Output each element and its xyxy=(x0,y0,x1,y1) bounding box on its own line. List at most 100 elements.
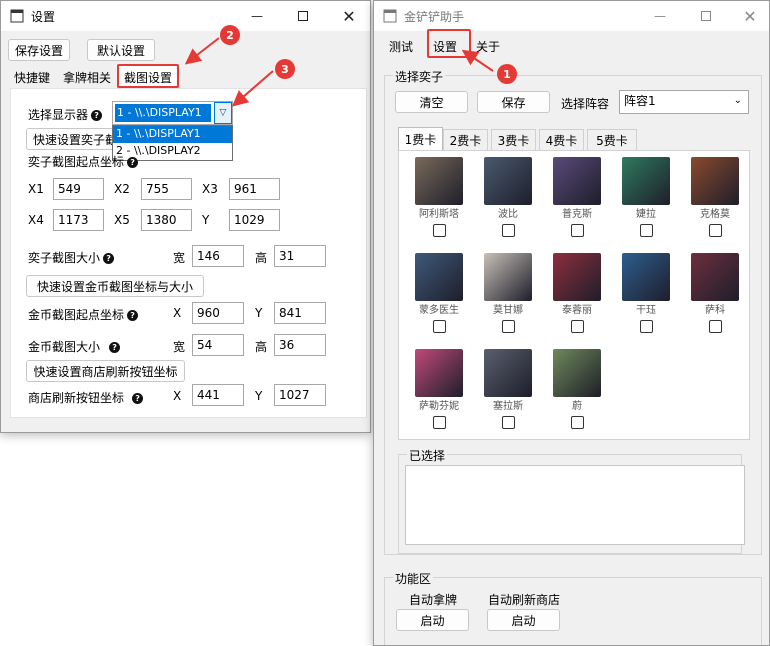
champion-checkbox[interactable] xyxy=(708,224,722,237)
gold-h-input[interactable]: 36 xyxy=(274,334,326,356)
gold-y-label: Y xyxy=(255,306,263,320)
width-input[interactable]: 146 xyxy=(192,245,244,267)
gold-w-input[interactable]: 54 xyxy=(192,334,244,356)
auto-take-label: 自动拿牌 xyxy=(409,593,458,607)
help-icon: ? xyxy=(127,310,139,321)
champion-checkbox[interactable] xyxy=(432,416,446,429)
settings-window: 设置 — ✕ 保存设置 默认设置 快捷键 拿牌相关 截图设置 选择显示器? 1 … xyxy=(0,0,371,433)
x4-input[interactable]: 1173 xyxy=(53,209,104,231)
selected-title: 已选择 xyxy=(407,447,448,464)
x5-input[interactable]: 1380 xyxy=(141,209,192,231)
width-label: 宽 xyxy=(173,251,186,265)
lineup-select[interactable]: 阵容1 ⌄ xyxy=(619,90,749,114)
quick-set-champ-button[interactable]: 快速设置奕子截 xyxy=(26,128,122,150)
chevron-down-icon[interactable]: ▽ xyxy=(214,102,232,124)
champion-avatar xyxy=(415,349,463,397)
champion-checkbox[interactable] xyxy=(432,224,446,237)
champion-checkbox[interactable] xyxy=(639,320,653,333)
gold-x-label: X xyxy=(173,306,182,320)
champion-grid-panel: 阿利斯塔 波比 普克斯 婕拉 克格莫 蒙多医生 莫甘娜 泰蓉丽 干珏 萨科 萨勒芬妮 塞拉斯 蔚 xyxy=(398,150,750,440)
refresh-x-input[interactable]: 441 xyxy=(192,384,244,406)
tab-cost-4[interactable]: 4费卡 xyxy=(539,129,584,151)
champion-checkbox[interactable] xyxy=(570,224,584,237)
y-input[interactable]: 1029 xyxy=(229,209,280,231)
champion-card: 婕拉 xyxy=(617,157,675,237)
x1-input[interactable]: 549 xyxy=(53,178,104,200)
x2-input[interactable]: 755 xyxy=(141,178,192,200)
champion-checkbox[interactable] xyxy=(570,320,584,333)
minimize-icon[interactable]: — xyxy=(637,1,683,31)
champion-checkbox[interactable] xyxy=(639,224,653,237)
clear-button[interactable]: 清空 xyxy=(395,91,468,113)
champion-name: 蒙多医生 xyxy=(419,305,459,316)
main-window-title: 金铲铲助手 xyxy=(404,10,465,24)
champion-card: 克格莫 xyxy=(686,157,744,237)
champion-name: 萨科 xyxy=(705,305,725,316)
refresh-y-label: Y xyxy=(255,389,263,403)
maximize-icon[interactable] xyxy=(280,1,326,31)
x5-label: X5 xyxy=(114,213,130,227)
champion-card: 蔚 xyxy=(548,349,606,429)
app-window-icon xyxy=(383,9,397,23)
champion-checkbox[interactable] xyxy=(570,416,584,429)
champion-checkbox[interactable] xyxy=(501,416,515,429)
menu-test[interactable]: 测试 xyxy=(389,38,413,55)
start-auto-take-button[interactable]: 启动 xyxy=(396,609,469,631)
champion-name: 塞拉斯 xyxy=(493,401,523,412)
marker-2: 2 xyxy=(220,25,240,45)
help-icon: ? xyxy=(91,110,103,121)
quick-set-gold-button[interactable]: 快速设置金币截图坐标与大小 xyxy=(26,275,204,297)
champion-card: 萨科 xyxy=(686,253,744,333)
save-button[interactable]: 保存 xyxy=(477,91,550,113)
chevron-down-icon[interactable]: ⌄ xyxy=(734,93,742,109)
champion-checkbox[interactable] xyxy=(501,320,515,333)
champion-checkbox[interactable] xyxy=(501,224,515,237)
tab-cost-2[interactable]: 2费卡 xyxy=(443,129,488,151)
champion-name: 克格莫 xyxy=(700,209,730,220)
settings-window-title: 设置 xyxy=(31,10,56,24)
gold-x-input[interactable]: 960 xyxy=(192,302,244,324)
select-champ-title: 选择奕子 xyxy=(393,68,446,85)
gold-start-label: 金币截图起点坐标? xyxy=(28,306,139,323)
help-icon: ? xyxy=(109,342,121,353)
tab-card-related[interactable]: 拿牌相关 xyxy=(63,69,111,86)
close-icon[interactable]: ✕ xyxy=(727,1,769,31)
quick-set-refresh-button[interactable]: 快速设置商店刷新按钮坐标 xyxy=(26,360,185,382)
champion-avatar xyxy=(415,157,463,205)
tab-cost-5[interactable]: 5费卡 xyxy=(587,129,637,151)
lineup-label: 选择阵容 xyxy=(561,97,610,111)
tab-cost-1[interactable]: 1费卡 xyxy=(398,127,443,151)
champion-name: 萨勒芬妮 xyxy=(419,401,459,412)
default-settings-button[interactable]: 默认设置 xyxy=(87,39,155,61)
display-select[interactable]: 1 - \\.\DISPLAY1 ▽ xyxy=(112,101,233,125)
save-settings-button[interactable]: 保存设置 xyxy=(8,39,70,61)
champion-checkbox[interactable] xyxy=(432,320,446,333)
refresh-y-input[interactable]: 1027 xyxy=(274,384,326,406)
maximize-icon[interactable] xyxy=(683,1,729,31)
display-option-1[interactable]: 1 - \\.\DISPLAY1 xyxy=(113,126,232,143)
start-auto-refresh-button[interactable]: 启动 xyxy=(487,609,560,631)
gold-y-input[interactable]: 841 xyxy=(274,302,326,324)
menu-about[interactable]: 关于 xyxy=(476,38,500,55)
minimize-icon[interactable]: — xyxy=(234,1,280,31)
main-titlebar: 金铲铲助手 — ✕ xyxy=(374,1,769,31)
x3-label: X3 xyxy=(202,182,218,196)
champion-avatar xyxy=(691,157,739,205)
height-input[interactable]: 31 xyxy=(274,245,326,267)
champion-checkbox[interactable] xyxy=(708,320,722,333)
x4-label: X4 xyxy=(28,213,44,227)
champion-card: 干珏 xyxy=(617,253,675,333)
tab-cost-3[interactable]: 3费卡 xyxy=(491,129,536,151)
champion-card: 阿利斯塔 xyxy=(410,157,468,237)
champion-card: 波比 xyxy=(479,157,537,237)
gold-h-label: 高 xyxy=(255,340,268,354)
tab-hotkeys[interactable]: 快捷键 xyxy=(14,69,50,86)
x3-input[interactable]: 961 xyxy=(229,178,280,200)
close-icon[interactable]: ✕ xyxy=(326,1,370,31)
champion-card: 塞拉斯 xyxy=(479,349,537,429)
champion-name: 干珏 xyxy=(636,305,656,316)
champion-avatar xyxy=(553,157,601,205)
help-icon: ? xyxy=(132,393,144,404)
marker-3: 3 xyxy=(275,59,295,79)
champion-avatar xyxy=(553,349,601,397)
